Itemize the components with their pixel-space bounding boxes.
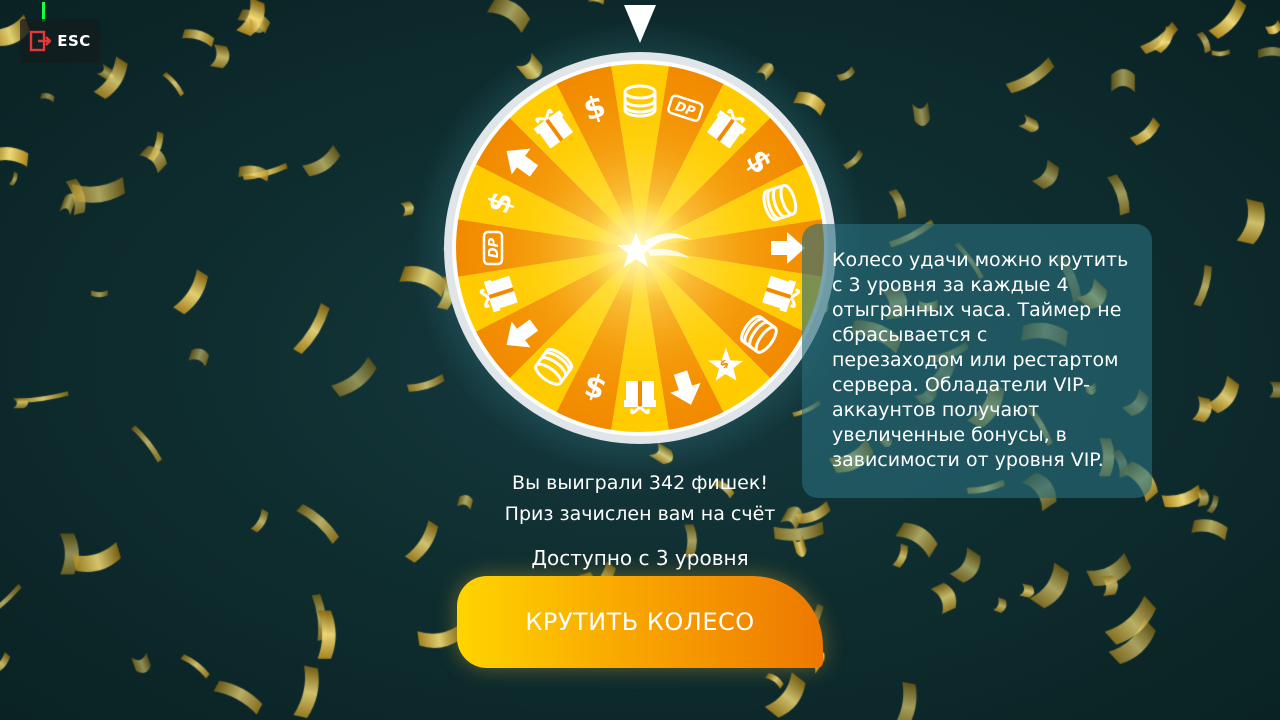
exit-door-icon (30, 30, 52, 52)
spin-wheel-label: КРУТИТЬ КОЛЕСО (525, 608, 755, 636)
info-text: Колесо удачи можно крутить с 3 уровня за… (832, 249, 1129, 471)
info-panel: Колесо удачи можно крутить с 3 уровня за… (802, 224, 1152, 498)
svg-text:DP: DP (487, 237, 502, 258)
availability-text: Доступно с 3 уровня (531, 546, 749, 570)
wheel-graphic: DP$$$DP$$ (444, 52, 836, 444)
escape-button[interactable]: ESC (20, 19, 100, 63)
win-message: Вы выиграли 342 фишек! (512, 472, 768, 494)
fortune-wheel: DP $ $ $ DP $ $ (410, 16, 870, 480)
prize-credited-message: Приз зачислен вам на счёт (504, 503, 776, 525)
spin-wheel-button[interactable]: КРУТИТЬ КОЛЕСО (457, 576, 823, 668)
escape-label: ESC (57, 32, 91, 50)
